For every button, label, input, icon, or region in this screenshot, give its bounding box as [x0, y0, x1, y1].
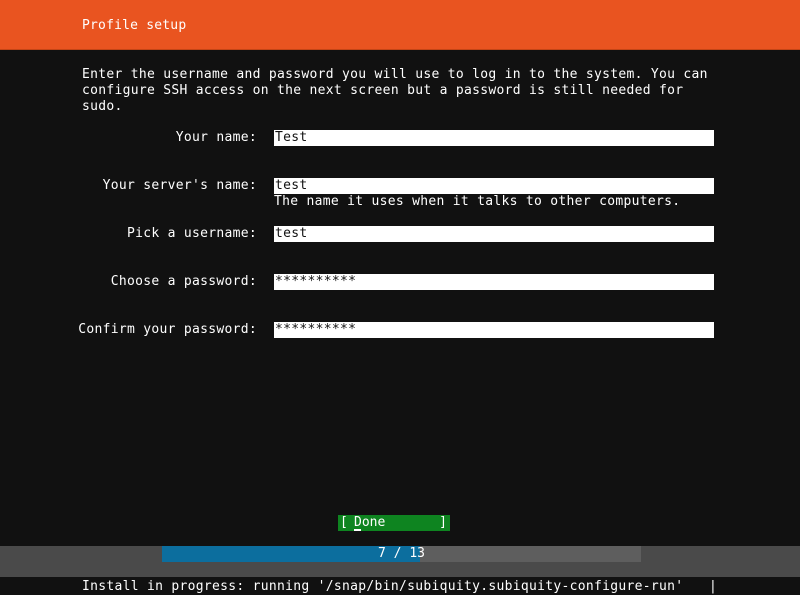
header-bar: Profile setup: [0, 0, 800, 50]
field-password: Choose a password: **********: [0, 274, 800, 290]
field-server-name: Your server's name: test The name it use…: [0, 178, 800, 209]
field-label-server-name: Your server's name:: [102, 178, 257, 193]
done-button-left-bracket: [: [340, 515, 348, 530]
footer: 7 / 13 Install in progress: running '/sn…: [0, 546, 800, 594]
install-progress-bar: 7 / 13: [162, 546, 641, 562]
field-username: Pick a username: test: [0, 226, 800, 242]
field-label-password: Choose a password:: [110, 274, 257, 289]
password-input[interactable]: **********: [274, 274, 714, 290]
done-button[interactable]: [ Done ]: [338, 515, 450, 531]
server-name-help: The name it uses when it talks to other …: [274, 194, 681, 209]
username-input[interactable]: test: [274, 226, 714, 242]
server-name-input[interactable]: test: [274, 178, 714, 194]
field-your-name: Your name: Test: [0, 130, 800, 146]
field-label-your-name: Your name:: [175, 130, 257, 145]
text-cursor-icon: [354, 529, 361, 531]
confirm-password-input[interactable]: **********: [274, 322, 714, 338]
intro-text: Enter the username and password you will…: [82, 67, 708, 114]
field-label-confirm-password: Confirm your password:: [78, 322, 257, 337]
field-label-username: Pick a username:: [126, 226, 257, 241]
your-name-input[interactable]: Test: [274, 130, 714, 146]
page-title: Profile setup: [82, 18, 187, 33]
status-bar: Install in progress: running '/snap/bin/…: [0, 577, 800, 594]
status-cursor-icon: |: [709, 579, 717, 594]
done-button-right-bracket: ]: [439, 515, 447, 530]
install-progress-text: 7 / 13: [378, 546, 425, 561]
status-text: Install in progress: running '/snap/bin/…: [82, 579, 684, 594]
field-confirm-password: Confirm your password: **********: [0, 322, 800, 338]
